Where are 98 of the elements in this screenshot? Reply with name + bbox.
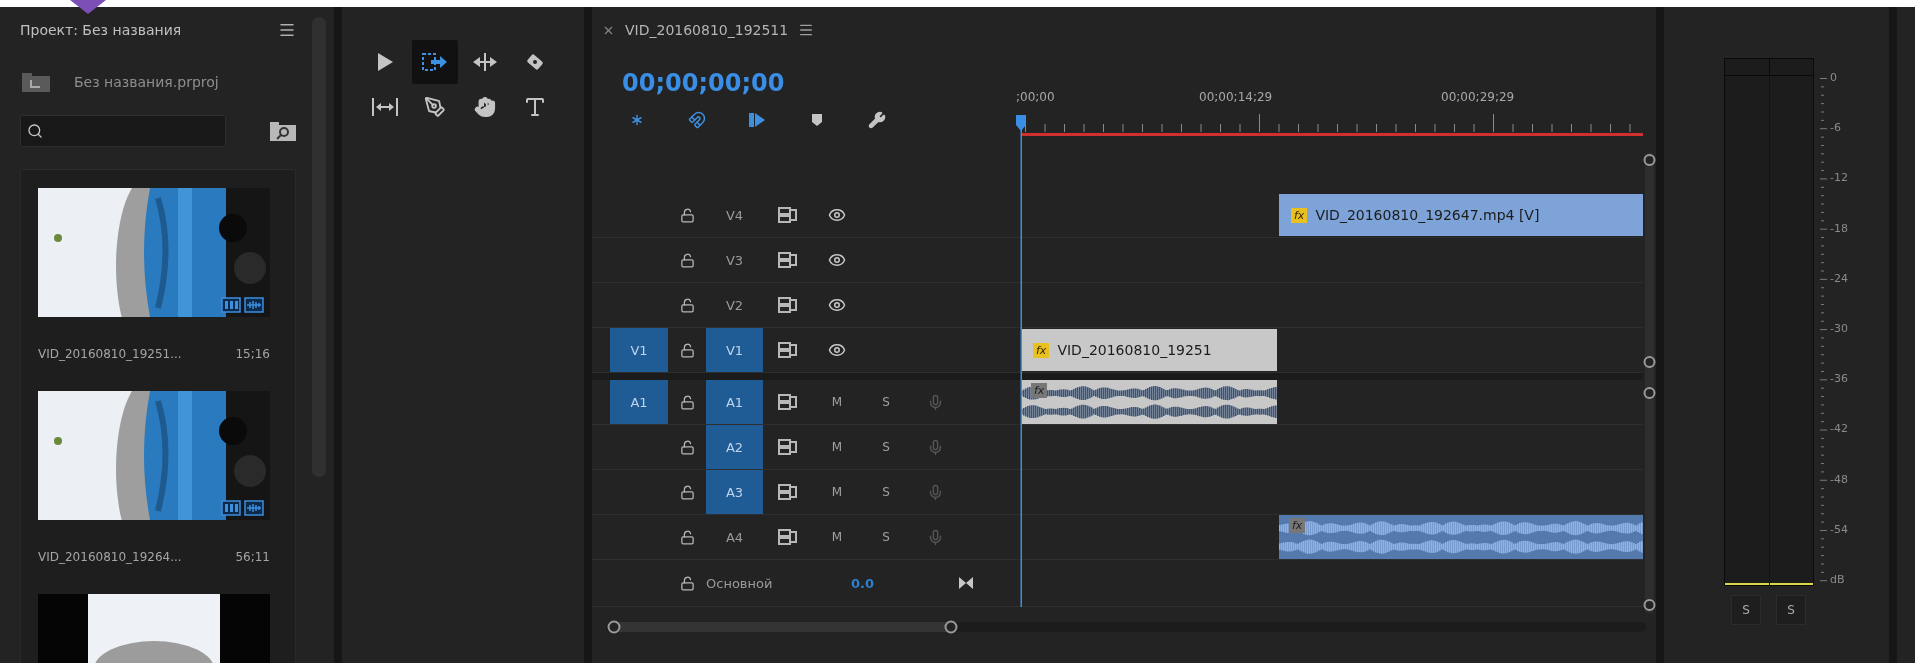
scale-label: 0 (1830, 71, 1838, 85)
track-label[interactable]: A2 (706, 425, 763, 469)
sequence-title[interactable]: VID_20160810_192511 (625, 22, 789, 38)
timecode: 00;00;00;00 (622, 68, 786, 98)
mute-button[interactable]: M (827, 440, 847, 454)
mute-button[interactable]: M (827, 395, 847, 409)
padlock-icon[interactable] (679, 207, 695, 223)
scale-label: -6 (1830, 121, 1842, 136)
solo-button[interactable]: S (1731, 595, 1761, 625)
scale-label: -12 (1830, 171, 1848, 186)
eye-icon[interactable] (828, 251, 846, 269)
ripple-edit-icon (472, 51, 498, 73)
track-label[interactable]: V1 (706, 328, 763, 372)
track-output-icon[interactable] (778, 297, 798, 313)
track-output-icon[interactable] (778, 529, 798, 545)
clip-name: VID_20160810_19251... (38, 347, 182, 361)
scale-label: -18 (1830, 221, 1848, 236)
text-icon (523, 95, 547, 119)
project-file-name: Без названия.prproj (74, 74, 219, 90)
clip-name: VID_20160810_19251 (1057, 342, 1212, 358)
track-output-icon[interactable] (778, 484, 798, 500)
track-label[interactable]: A4 (706, 515, 763, 559)
effect-badge: fx (1289, 518, 1306, 533)
clip-duration: 15;16 (235, 347, 270, 361)
waveform-icon (244, 297, 264, 313)
effect-badge: fx (1291, 207, 1308, 223)
arrow-icon (375, 51, 395, 73)
pen-icon (424, 96, 446, 118)
clip-name: VID_20160810_19264... (38, 550, 182, 564)
padlock-icon[interactable] (679, 297, 695, 313)
track-label[interactable]: A3 (706, 470, 763, 514)
padlock-icon[interactable] (679, 439, 695, 455)
eye-icon[interactable] (828, 341, 846, 359)
mute-button[interactable]: M (827, 485, 847, 499)
track-label[interactable]: A1 (706, 380, 763, 424)
solo-button[interactable]: S (1776, 595, 1806, 625)
padlock-icon[interactable] (679, 529, 695, 545)
scale-label: -42 (1830, 422, 1848, 437)
film-icon (221, 500, 241, 516)
effect-badge: fx (1033, 342, 1050, 358)
eye-icon[interactable] (828, 296, 846, 314)
panel-title: Проект: Без названия (20, 22, 182, 38)
scale-label: dB (1830, 572, 1846, 587)
solo-button[interactable]: S (878, 485, 894, 499)
padlock-icon[interactable] (679, 394, 695, 410)
volume-value[interactable]: 0.0 (851, 575, 875, 591)
padlock-icon[interactable] (679, 484, 695, 500)
slip-icon (371, 96, 399, 118)
horizontal-scrollbar[interactable] (606, 619, 1646, 635)
padlock-icon[interactable] (679, 252, 695, 268)
source-patch[interactable]: V1 (610, 328, 668, 372)
track-output-icon[interactable] (778, 394, 798, 410)
video-clip[interactable]: fx VID_20160810_19251 (1021, 329, 1277, 371)
track-label[interactable]: V4 (706, 193, 763, 237)
padlock-icon[interactable] (679, 575, 695, 591)
clip-name: VID_20160810_192647.mp4 [V] (1315, 207, 1540, 223)
hand-icon (474, 96, 496, 118)
track-label: Основной (706, 575, 773, 591)
vertical-scrollbar[interactable] (1643, 153, 1656, 613)
track-label[interactable]: V2 (706, 283, 763, 327)
menu-icon[interactable] (798, 22, 815, 38)
folder-up-icon[interactable] (22, 72, 50, 92)
search-field[interactable] (20, 115, 226, 147)
eye-icon[interactable] (828, 206, 846, 224)
pointer-marker-icon (70, 0, 106, 14)
mute-button[interactable]: M (827, 530, 847, 544)
scale-label: -30 (1830, 321, 1848, 336)
track-output-icon[interactable] (778, 439, 798, 455)
bowtie-icon[interactable] (959, 577, 973, 589)
scale-label: -36 (1830, 372, 1848, 387)
playhead[interactable] (1015, 115, 1027, 607)
track-select-icon (421, 51, 449, 73)
solo-button[interactable]: S (878, 395, 894, 409)
audio-clip[interactable]: fx (1021, 380, 1277, 424)
audio-clip[interactable]: fx (1279, 515, 1643, 559)
padlock-icon[interactable] (679, 342, 695, 358)
menu-icon[interactable] (278, 21, 296, 39)
video-clip[interactable]: fx VID_20160810_192647.mp4 [V] (1279, 194, 1643, 236)
ruler-label: ;00;00 (1016, 90, 1056, 106)
waveform-icon (244, 500, 264, 516)
ruler-label: 00;00;29;29 (1441, 90, 1516, 106)
search-icon (27, 123, 43, 139)
film-icon (221, 297, 241, 313)
ruler-label: 00;00;14;29 (1199, 90, 1274, 106)
solo-button[interactable]: S (878, 530, 894, 544)
new-search-bin-icon[interactable] (270, 121, 296, 141)
track-output-icon[interactable] (778, 342, 798, 358)
solo-button[interactable]: S (878, 440, 894, 454)
clip-duration: 56;11 (235, 550, 270, 564)
track-output-icon[interactable] (778, 252, 798, 268)
effect-badge: fx (1031, 383, 1048, 398)
scale-label: -48 (1830, 472, 1848, 487)
tool-button[interactable] (412, 40, 458, 84)
track-label[interactable]: V3 (706, 238, 763, 282)
scale-label: -24 (1830, 271, 1848, 286)
track-output-icon[interactable] (778, 207, 798, 223)
scale-label: -54 (1830, 522, 1848, 537)
source-patch[interactable]: A1 (610, 380, 668, 424)
